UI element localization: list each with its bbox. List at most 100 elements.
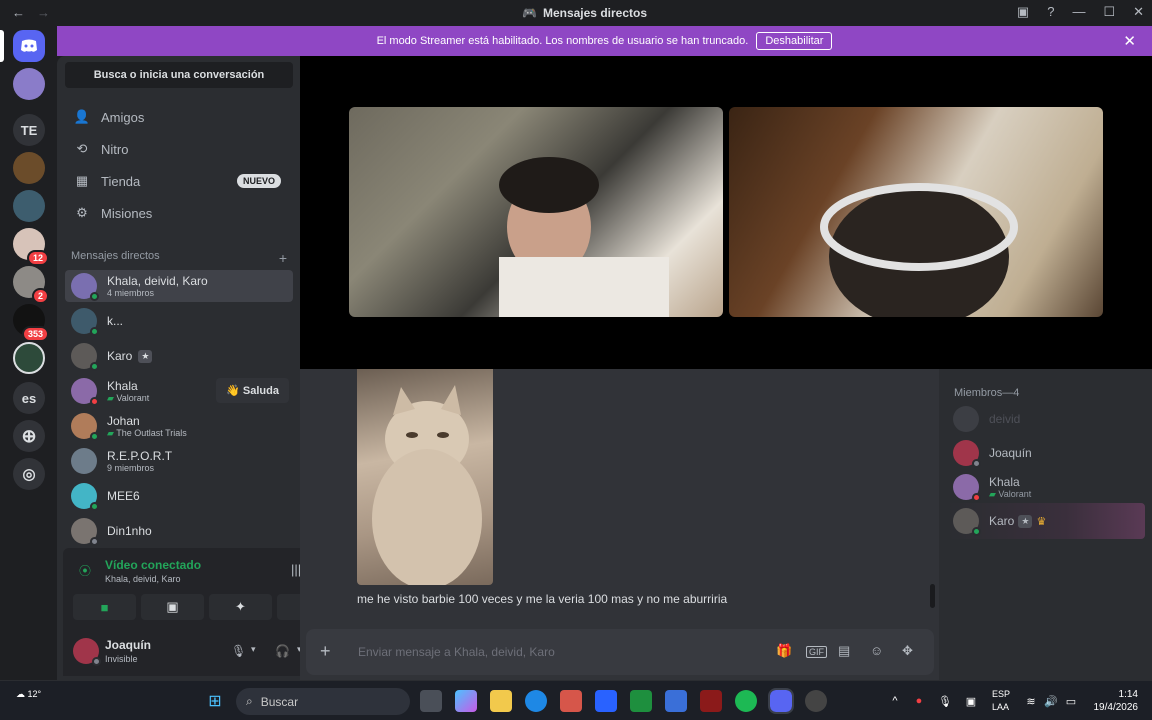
volume-icon[interactable]: 🔊 [1040, 690, 1062, 712]
close-window-icon[interactable]: ✕ [1133, 4, 1144, 20]
video-tile[interactable] [729, 107, 1103, 317]
dm-item[interactable]: Karo ★ [65, 340, 293, 372]
outlook-icon[interactable] [665, 690, 687, 712]
headphones-icon[interactable]: 🎧 [275, 644, 290, 658]
dm-item[interactable]: Din1nho [65, 515, 293, 547]
app-icon[interactable] [700, 690, 722, 712]
dm-item[interactable]: MEE6 [65, 480, 293, 512]
dm-item[interactable]: k... [65, 305, 293, 337]
camera-button[interactable]: ■ [73, 594, 136, 620]
start-button[interactable]: ⊞ [204, 690, 226, 712]
member-item[interactable]: Karo ★ ♛ [947, 503, 1145, 539]
screen-share-button[interactable]: ▣ [141, 594, 204, 620]
disable-streamer-button[interactable]: Deshabilitar [756, 32, 833, 50]
nav-shop[interactable]: ▦ Tienda NUEVO [65, 166, 293, 196]
dm-item[interactable]: R.E.P.O.R.T 9 miembros [65, 445, 293, 477]
video-tile[interactable] [349, 107, 723, 317]
dm-item[interactable]: Khala ▰ Valorant 👋 Saluda [65, 375, 293, 407]
screen-share-icon: ▣ [166, 599, 179, 614]
direct-messages-home[interactable] [13, 30, 45, 62]
discord-window: ← → 🎮 Mensajes directos ▣ ? — ☐ ✕ TE 12 … [0, 0, 1152, 720]
wifi-icon[interactable]: ≋ [1020, 690, 1042, 712]
discord-taskbar-icon[interactable] [768, 688, 794, 714]
member-item[interactable]: Joaquín [947, 435, 1145, 471]
message-input[interactable]: Enviar mensaje a Khala, deivid, Karo [358, 645, 555, 659]
server-es[interactable]: es [13, 382, 45, 414]
activities-button[interactable]: ✦ [209, 594, 272, 620]
apps-icon[interactable]: ✥ [902, 643, 913, 659]
minimize-icon[interactable]: — [1072, 4, 1085, 20]
dm-name: k... [107, 314, 124, 328]
avatar [71, 378, 99, 406]
tray-app-icon[interactable]: ● [908, 690, 930, 712]
window-title-text: Mensajes directos [542, 6, 647, 20]
close-icon[interactable]: ✕ [1123, 32, 1136, 50]
member-item[interactable]: Khala ▰ Valorant [947, 469, 1145, 505]
nav-label: Amigos [101, 109, 145, 125]
nav-friends[interactable]: 👤 Amigos [65, 102, 293, 132]
dm-item[interactable]: Johan ▰ The Outlast Trials [65, 410, 293, 442]
add-server-button[interactable]: ⊕ [13, 420, 45, 452]
nav-quests[interactable]: ⚙ Misiones [65, 198, 293, 228]
search-conversation-button[interactable]: Busca o inicia una conversación [65, 62, 293, 88]
avatar [71, 343, 99, 371]
cat-video-attachment[interactable] [357, 369, 493, 589]
server-icon[interactable] [13, 152, 45, 184]
member-name: Khala [989, 474, 1020, 489]
server-te[interactable]: TE [13, 114, 45, 146]
server-avatar[interactable] [13, 68, 45, 100]
shop-icon: ▦ [75, 173, 89, 188]
username[interactable]: Joaquín [105, 638, 151, 652]
nitro-badge-icon: ★ [1018, 514, 1033, 528]
microphone-tray-icon[interactable]: 🎙 [934, 690, 956, 712]
gif-icon[interactable]: GIF [806, 646, 827, 658]
clock[interactable]: 1:14 19/4/2026 [1094, 688, 1139, 714]
tray-monitor-icon[interactable]: ▣ [960, 690, 982, 712]
weather-widget[interactable]: ☁ 12° [16, 689, 41, 700]
file-explorer-icon[interactable] [490, 690, 512, 712]
help-icon[interactable]: ? [1047, 4, 1054, 20]
member-name: deivid [989, 412, 1021, 426]
attach-plus-icon[interactable]: + [320, 641, 331, 662]
spotify-icon[interactable] [735, 690, 757, 712]
microphone-icon[interactable]: 🎙 [231, 644, 246, 658]
server-icon[interactable]: 353 [13, 304, 49, 342]
gift-icon[interactable]: 🎁 [776, 643, 792, 659]
dm-name: Khala [107, 378, 138, 393]
server-icon[interactable] [13, 342, 45, 374]
xbox-icon[interactable] [630, 690, 652, 712]
emoji-icon[interactable]: ☺ [870, 643, 883, 658]
chevron-down-icon[interactable]: ▾ [251, 644, 256, 655]
server-icon[interactable]: 2 [13, 266, 49, 304]
forward-arrow-icon[interactable]: → [37, 5, 50, 20]
explore-button[interactable]: ◎ [13, 458, 45, 490]
nav-nitro[interactable]: ⟲ Nitro [65, 134, 293, 164]
battery-icon[interactable]: ▭ [1060, 690, 1082, 712]
chat-scrollbar[interactable] [930, 584, 935, 608]
server-icon[interactable]: 12 [13, 228, 49, 266]
language-indicator[interactable]: ESP LAA [992, 688, 1010, 714]
copilot-icon[interactable] [455, 690, 477, 712]
sticker-icon[interactable]: ▤ [838, 643, 850, 659]
back-arrow-icon[interactable]: ← [12, 5, 25, 20]
store-icon[interactable] [560, 690, 582, 712]
member-item[interactable]: deivid [947, 401, 1145, 437]
keyboard-layout: LAA [992, 702, 1010, 712]
task-view-icon[interactable] [420, 690, 442, 712]
voice-status[interactable]: Vídeo conectado [105, 558, 201, 572]
chrome-icon[interactable] [805, 690, 827, 712]
inbox-icon[interactable]: ▣ [1017, 4, 1029, 20]
wave-button[interactable]: 👋 Saluda [216, 378, 289, 403]
app-icon[interactable] [595, 690, 617, 712]
server-icon[interactable] [13, 190, 45, 222]
signal-icon[interactable]: ⦿ [79, 562, 91, 579]
chevron-up-icon[interactable]: ^ [884, 690, 906, 712]
taskbar-search[interactable]: ⌕ Buscar [236, 688, 410, 715]
user-avatar[interactable] [73, 638, 101, 666]
edge-icon[interactable] [525, 690, 547, 712]
server-label: es [21, 390, 37, 406]
avatar [953, 440, 981, 468]
create-dm-plus-icon[interactable]: + [279, 250, 287, 266]
dm-item-group[interactable]: Khala, deivid, Karo 4 miembros [65, 270, 293, 302]
maximize-icon[interactable]: ☐ [1103, 4, 1115, 20]
